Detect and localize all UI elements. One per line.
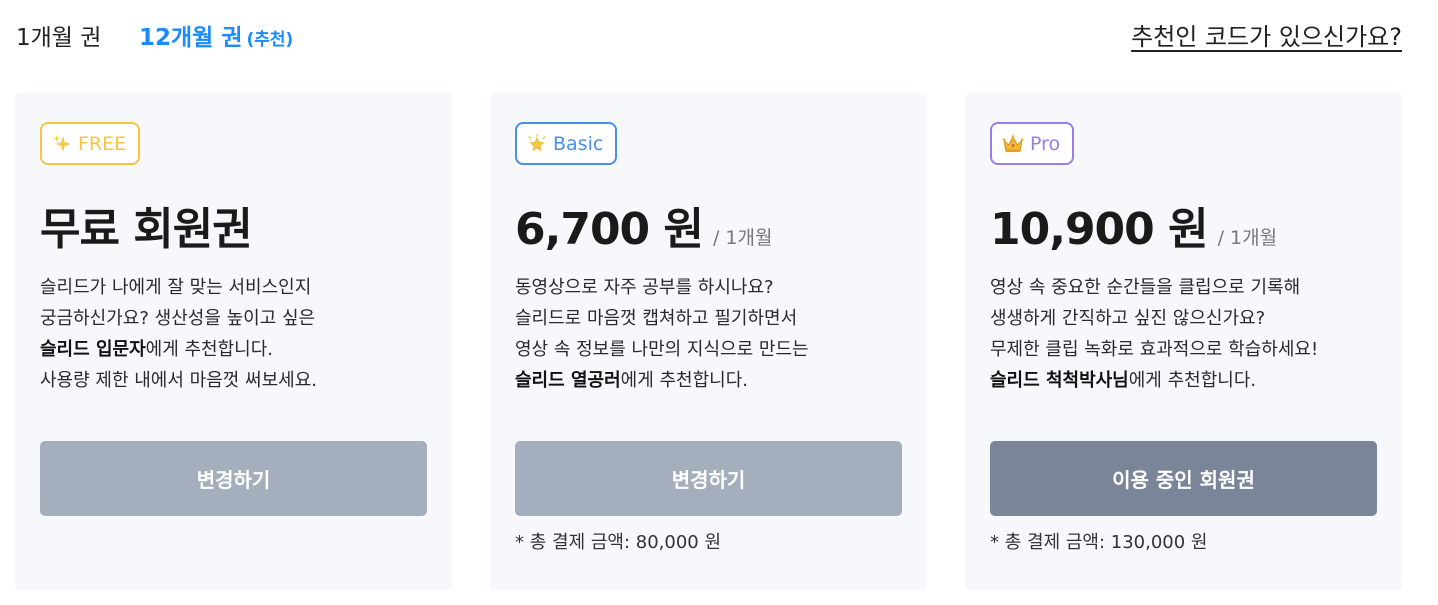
plan-badge-label: FREE [78, 132, 127, 155]
plan-badge-label: Pro [1030, 132, 1061, 155]
desc-target-user: 슬리드 척척박사님 [990, 370, 1129, 391]
change-plan-button[interactable]: 변경하기 [40, 441, 427, 516]
desc-line: 영상 속 중요한 순간들을 클립으로 기록해 [990, 277, 1301, 298]
plan-price: 6,700 원 [515, 204, 704, 255]
desc-tail: 에게 추천합니다. [145, 339, 274, 360]
recommend-tag: (추천) [246, 30, 294, 50]
plan-description: 슬리드가 나에게 잘 맞는 서비스인지 궁금하신가요? 생산성을 높이고 싶은 … [40, 272, 317, 396]
plan-badge-pro: Pro [990, 122, 1075, 165]
change-plan-button[interactable]: 변경하기 [515, 441, 902, 516]
plan-badge-label: Basic [553, 132, 604, 155]
sparkles-icon [52, 134, 72, 154]
plan-price-row: 6,700 원 / 1개월 [515, 193, 772, 257]
plan-price-row: 10,900 원 / 1개월 [990, 193, 1277, 257]
desc-line: 동영상으로 자주 공부를 하시나요? [515, 277, 774, 298]
desc-line: 슬리드 입문자에게 추천합니다. [40, 334, 317, 365]
plan-badge-free: FREE [40, 122, 141, 165]
plan-card-basic: Basic 6,700 원 / 1개월 동영상으로 자주 공부를 하시나요? 슬… [490, 93, 927, 590]
glowing-star-icon [527, 133, 547, 154]
current-plan-button[interactable]: 이용 중인 회원권 [990, 441, 1377, 516]
plan-card-free: FREE 무료 회원권 슬리드가 나에게 잘 맞는 서비스인지 궁금하신가요? … [15, 93, 452, 590]
plan-description: 동영상으로 자주 공부를 하시나요? 슬리드로 마음껏 캡쳐하고 필기하면서 영… [515, 272, 809, 396]
desc-line: 생생하게 간직하고 싶진 않으신가요? [990, 308, 1266, 329]
tab-12-month[interactable]: 12개월 권 (추천) [139, 18, 293, 52]
plan-price: 10,900 원 [990, 204, 1209, 255]
plan-description: 영상 속 중요한 순간들을 클립으로 기록해 생생하게 간직하고 싶진 않으신가… [990, 272, 1318, 396]
plan-card-pro: Pro 10,900 원 / 1개월 영상 속 중요한 순간들을 클립으로 기록… [965, 93, 1402, 590]
desc-line: 슬리드 열공러에게 추천합니다. [515, 365, 809, 396]
plan-period: / 1개월 [1217, 227, 1278, 249]
desc-line: 슬리드 척척박사님에게 추천합니다. [990, 365, 1318, 396]
desc-tail: 에게 추천합니다. [1128, 370, 1257, 391]
total-payment: * 총 결제 금액: 80,000 원 [515, 532, 722, 553]
total-payment: * 총 결제 금액: 130,000 원 [990, 532, 1208, 553]
desc-line: 사용량 제한 내에서 마음껏 써보세요. [40, 370, 318, 391]
crown-icon [1002, 134, 1024, 154]
plan-badge-basic: Basic [515, 122, 618, 165]
tab-12-month-label: 12개월 권 [139, 25, 243, 51]
desc-line: 무제한 클립 녹화로 효과적으로 학습하세요! [990, 339, 1319, 360]
desc-target-user: 슬리드 입문자 [40, 339, 146, 360]
plan-price: 무료 회원권 [40, 204, 253, 255]
tab-1-month[interactable]: 1개월 권 [16, 18, 101, 52]
plan-period: / 1개월 [712, 227, 773, 249]
referral-code-link[interactable]: 추천인 코드가 있으신가요? [1131, 17, 1402, 52]
desc-tail: 에게 추천합니다. [620, 370, 749, 391]
desc-target-user: 슬리드 열공러 [515, 370, 621, 391]
desc-line: 슬리드가 나에게 잘 맞는 서비스인지 [40, 277, 312, 298]
plan-period-header: 1개월 권 12개월 권 (추천) 추천인 코드가 있으신가요? [0, 0, 1438, 70]
desc-line: 궁금하신가요? 생산성을 높이고 싶은 [40, 308, 316, 329]
plan-price-row: 무료 회원권 [40, 193, 253, 257]
desc-line: 영상 속 정보를 나만의 지식으로 만드는 [515, 339, 809, 360]
desc-line: 슬리드로 마음껏 캡쳐하고 필기하면서 [515, 308, 798, 329]
